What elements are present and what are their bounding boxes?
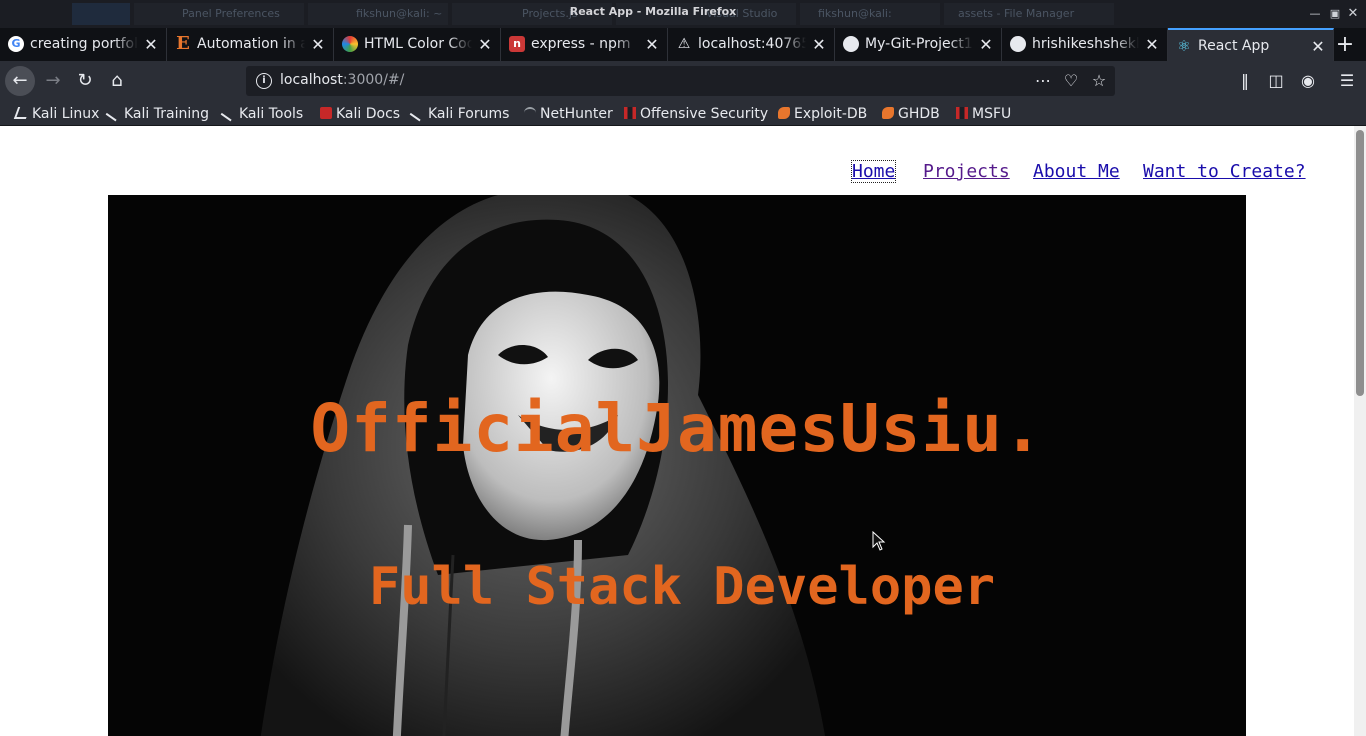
close-tab-icon[interactable]: ✕ [1145, 28, 1159, 61]
tab-title: Automation in a [197, 28, 305, 61]
reload-button[interactable]: ↻ [70, 66, 100, 96]
bookmark-kali-docs[interactable]: Kali Docs [320, 104, 400, 124]
offsec-icon [624, 107, 636, 119]
bookmarks-bar: Kali Linux Kali Training Kali Tools Kali… [0, 101, 1366, 126]
kali-dragon-icon [13, 107, 31, 119]
exploitdb-icon [882, 107, 894, 119]
nav-home-link[interactable]: Home [850, 160, 897, 183]
npm-icon: n [509, 36, 525, 52]
pocket-icon[interactable]: ♡ [1060, 70, 1082, 92]
url-path: :3000/#/ [342, 72, 405, 88]
minimize-window-icon[interactable]: — [1309, 8, 1321, 20]
bookmark-ghdb[interactable]: GHDB [882, 104, 940, 124]
bookmark-label: Kali Forums [428, 106, 510, 122]
page-viewport: Home Projects About Me Want to Create? O… [0, 126, 1366, 736]
tab-express-npm[interactable]: n express - npm ✕ [501, 28, 668, 61]
page-actions-icon[interactable]: ⋯ [1032, 70, 1054, 92]
bookmark-label: Kali Tools [239, 106, 304, 122]
kali-docs-icon [320, 107, 332, 119]
warning-icon: ⚠ [677, 36, 691, 52]
os-title-bar: Panel Preferences fikshun@kali: ~ Projec… [0, 0, 1366, 42]
maximize-window-icon[interactable]: ▣ [1329, 8, 1341, 20]
tab-react-app[interactable]: ⚛ React App ✕ [1168, 28, 1334, 61]
hero-subtitle: Full Stack Developer [368, 557, 996, 617]
sidebar-icon[interactable]: ◫ [1261, 66, 1291, 96]
tab-creating-portfolio[interactable]: G creating portfolio ✕ [0, 28, 167, 61]
tab-localhost-40765[interactable]: ⚠ localhost:40765 ✕ [668, 28, 835, 61]
site-info-icon[interactable]: i [256, 73, 272, 89]
tab-title: React App [1198, 38, 1270, 54]
hero-title: OfficialJamesUsiu. [310, 390, 1044, 467]
bookmark-label: NetHunter [540, 106, 613, 122]
bookmark-kali-training[interactable]: Kali Training [105, 104, 209, 124]
tab-title: HTML Color Codes [364, 28, 472, 61]
bookmark-nethunter[interactable]: NetHunter [524, 104, 613, 124]
menu-icon[interactable]: ☰ [1332, 66, 1362, 96]
react-icon: ⚛ [1177, 37, 1191, 55]
bookmark-label: MSFU [972, 106, 1012, 122]
tab-title: localhost:40765 [698, 28, 806, 61]
bookmark-label: Kali Training [124, 106, 209, 122]
bookmark-label: GHDB [898, 106, 940, 122]
navigation-toolbar: ← → ↻ ⌂ i localhost:3000/#/ ⋯ ♡ ☆ ‖ ◫ ◉ … [0, 61, 1366, 101]
tab-html-color-codes[interactable]: HTML Color Codes ✕ [334, 28, 501, 61]
bookmark-kali-forums[interactable]: Kali Forums [409, 104, 510, 124]
bookmark-kali-tools[interactable]: Kali Tools [220, 104, 304, 124]
close-tab-icon[interactable]: ✕ [979, 28, 993, 61]
kali-dragon-icon [409, 104, 427, 122]
nav-about-link[interactable]: About Me [1033, 161, 1120, 182]
hero-banner: OfficialJamesUsiu. Full Stack Developer [108, 195, 1246, 736]
close-tab-icon[interactable]: ✕ [311, 28, 325, 61]
tab-my-git-project[interactable]: My-Git-Project1 ✕ [835, 28, 1002, 61]
tab-title: hrishikeshshekh [1032, 28, 1139, 61]
page-scrollbar[interactable] [1354, 126, 1366, 736]
bookmark-msfu[interactable]: MSFU [956, 104, 1011, 124]
tab-title: express - npm [531, 28, 639, 61]
home-button[interactable]: ⌂ [102, 66, 132, 96]
kali-dragon-icon [220, 104, 238, 122]
library-icon[interactable]: ‖ [1230, 66, 1260, 96]
bookmark-label: Exploit-DB [794, 106, 868, 122]
nav-projects-link[interactable]: Projects [923, 161, 1010, 182]
tab-hrishikesh[interactable]: hrishikeshshekh ✕ [1002, 28, 1168, 61]
offsec-icon [956, 107, 968, 119]
tab-title: My-Git-Project1 [865, 28, 973, 61]
tab-strip: G creating portfolio ✕ E Automation in a… [0, 28, 1366, 61]
close-tab-icon[interactable]: ✕ [645, 28, 659, 61]
google-icon: G [8, 36, 24, 52]
window-title: React App - Mozilla Firefox [569, 5, 737, 18]
back-button[interactable]: ← [5, 66, 35, 96]
scrollbar-thumb[interactable] [1356, 130, 1364, 396]
github-icon [843, 36, 859, 52]
close-tab-icon[interactable]: ✕ [812, 28, 826, 61]
close-tab-icon[interactable]: ✕ [478, 28, 492, 61]
tab-title: creating portfolio [30, 28, 138, 61]
url-bar[interactable]: i localhost:3000/#/ ⋯ ♡ ☆ [246, 66, 1115, 96]
mouse-cursor-icon [872, 531, 886, 551]
exploitdb-icon [778, 107, 790, 119]
nav-create-link[interactable]: Want to Create? [1143, 161, 1306, 182]
bookmark-offensive-security[interactable]: Offensive Security [624, 104, 768, 124]
bookmark-exploit-db[interactable]: Exploit-DB [778, 104, 867, 124]
url-host: localhost [280, 72, 343, 88]
new-tab-button[interactable]: + [1330, 28, 1360, 61]
bookmark-label: Kali Linux [32, 106, 100, 122]
github-icon [1010, 36, 1026, 52]
close-tab-icon[interactable]: ✕ [144, 28, 158, 61]
nethunter-icon [524, 107, 536, 119]
close-window-icon[interactable]: ✕ [1347, 7, 1359, 20]
forward-button[interactable]: → [38, 66, 68, 96]
bookmark-star-icon[interactable]: ☆ [1088, 70, 1110, 92]
color-wheel-icon [342, 36, 358, 52]
site-nav: Home Projects About Me Want to Create? [850, 160, 1306, 187]
bookmark-label: Offensive Security [640, 106, 769, 122]
e-icon: E [176, 33, 190, 54]
url-text[interactable]: localhost:3000/#/ [280, 72, 404, 88]
kali-dragon-icon [105, 104, 123, 122]
tab-automation[interactable]: E Automation in a ✕ [167, 28, 334, 61]
bookmark-label: Kali Docs [336, 106, 401, 122]
bookmark-kali-linux[interactable]: Kali Linux [13, 104, 100, 124]
account-icon[interactable]: ◉ [1293, 66, 1323, 96]
close-tab-icon[interactable]: ✕ [1311, 30, 1325, 61]
